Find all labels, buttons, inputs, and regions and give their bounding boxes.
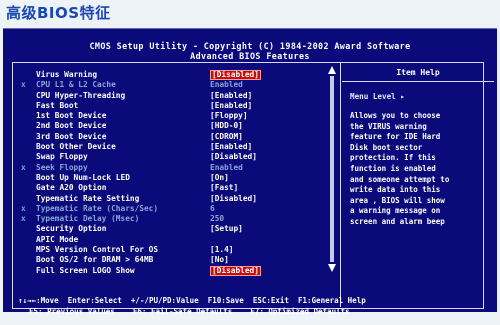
setting-row[interactable]: 1st Boot Device [Floppy] xyxy=(21,111,331,121)
setting-value[interactable]: [Fast] xyxy=(210,183,238,193)
key-hint-fail-safe-defaults: F6: Fail-Safe Defaults xyxy=(132,307,233,316)
setting-label: MPS Version Control For OS xyxy=(36,245,159,255)
setting-label: Gate A20 Option xyxy=(36,183,107,193)
bios-header: CMOS Setup Utility - Copyright (C) 1984-… xyxy=(3,41,497,61)
help-text: Allows you to choose the VIRUS warning f… xyxy=(350,111,450,226)
setting-row[interactable]: x Seek Floppy Enabled xyxy=(21,163,331,173)
setting-label: Virus Warning xyxy=(36,70,98,79)
setting-row[interactable]: Typematic Rate Setting [Disabled] xyxy=(21,194,331,204)
setting-value[interactable]: [Setup] xyxy=(210,224,243,234)
setting-row[interactable]: x Typematic Rate (Chars/Sec) 6 xyxy=(21,204,331,214)
setting-value[interactable]: [Enabled] xyxy=(210,142,252,152)
scrollbar[interactable] xyxy=(328,66,336,272)
setting-row[interactable]: Virus Warning [Disabled] xyxy=(21,70,331,80)
setting-label: 3rd Boot Device xyxy=(36,131,107,141)
scroll-up-arrow-icon[interactable] xyxy=(328,66,336,74)
row-marker: x xyxy=(21,162,26,172)
row-marker: x xyxy=(21,80,26,90)
footer-keys-row2: F5: Previous Values F6: Fail-Safe Defaul… xyxy=(20,298,350,316)
help-title: Item Help xyxy=(396,68,440,77)
setting-value[interactable]: Enabled xyxy=(210,80,243,90)
setting-row[interactable]: Boot Other Device [Enabled] xyxy=(21,142,331,152)
setting-row[interactable]: x Typematic Delay (Msec) 250 xyxy=(21,214,331,224)
menu-level: Menu Level ▸ xyxy=(350,92,405,101)
setting-label: Fast Boot xyxy=(36,100,79,110)
setting-value[interactable]: [HDD-0] xyxy=(210,121,243,131)
row-marker: x xyxy=(21,214,26,224)
setting-label: Typematic Rate Setting xyxy=(36,193,140,203)
setting-row[interactable]: CPU Hyper-Threading [Enabled] xyxy=(21,91,331,101)
setting-label: Swap Floppy xyxy=(36,152,88,162)
setting-row[interactable]: 2nd Boot Device [HDD-0] xyxy=(21,121,331,131)
setting-row[interactable]: Fast Boot [Enabled] xyxy=(21,101,331,111)
setting-value[interactable]: 250 xyxy=(210,214,224,224)
copyright-line: CMOS Setup Utility - Copyright (C) 1984-… xyxy=(89,41,411,51)
setting-row[interactable]: x CPU L1 & L2 Cache Enabled xyxy=(21,80,331,90)
setting-label: Full Screen LOGO Show xyxy=(36,265,135,275)
setting-label: Boot Other Device xyxy=(36,142,116,152)
setting-row[interactable]: Boot OS/2 for DRAM > 64MB [No] xyxy=(21,255,331,265)
setting-label: CPU L1 & L2 Cache xyxy=(36,80,116,90)
setting-value[interactable]: [Disabled] xyxy=(210,194,257,204)
setting-row[interactable]: 3rd Boot Device [CDROM] xyxy=(21,132,331,142)
setting-label: 1st Boot Device xyxy=(36,111,107,121)
setting-row[interactable]: Full Screen LOGO Show [Disabled] xyxy=(21,265,331,276)
setting-value[interactable]: [No] xyxy=(210,255,229,265)
setting-value[interactable]: [On] xyxy=(210,173,229,183)
setting-row[interactable]: Swap Floppy [Disabled] xyxy=(21,152,331,162)
setting-value[interactable]: [Disabled] xyxy=(210,265,261,276)
setting-value[interactable]: [Floppy] xyxy=(210,111,248,121)
scroll-down-arrow-icon[interactable] xyxy=(328,264,336,272)
setting-label: 2nd Boot Device xyxy=(36,121,107,131)
settings-list: Virus Warning [Disabled] x CPU L1 & L2 Cac… xyxy=(21,70,331,276)
setting-row[interactable]: Security Option [Setup] xyxy=(21,224,331,234)
setting-value[interactable]: [Enabled] xyxy=(210,101,252,111)
setting-label: Boot Up Num-Lock LED xyxy=(36,172,130,182)
setting-label: Typematic Delay (Msec) xyxy=(36,214,140,224)
setting-value[interactable]: 6 xyxy=(210,204,215,214)
setting-label: Boot OS/2 for DRAM > 64MB xyxy=(36,255,154,265)
setting-value[interactable]: [CDROM] xyxy=(210,132,243,142)
setting-value[interactable]: Enabled xyxy=(210,163,243,173)
scroll-track[interactable] xyxy=(330,76,334,262)
panel-divider xyxy=(340,62,341,307)
setting-label: Seek Floppy xyxy=(36,162,88,172)
setting-label: CPU Hyper-Threading xyxy=(36,90,126,100)
setting-label: Typematic Rate (Chars/Sec) xyxy=(36,203,159,213)
menu-title: Advanced BIOS Features xyxy=(190,51,310,61)
setting-label: APIC Mode xyxy=(36,234,79,244)
setting-value[interactable]: [1.4] xyxy=(210,245,233,255)
setting-row[interactable]: MPS Version Control For OS [1.4] xyxy=(21,245,331,255)
setting-row[interactable]: APIC Mode xyxy=(21,235,331,245)
setting-row[interactable]: Gate A20 Option [Fast] xyxy=(21,183,331,193)
help-divider xyxy=(342,81,494,82)
page-title: 高级BIOS特征 xyxy=(6,4,111,22)
key-hint-optimized-defaults: F7: Optimized Defaults xyxy=(250,307,350,316)
setting-row[interactable]: Boot Up Num-Lock LED [On] xyxy=(21,173,331,183)
setting-value[interactable]: [Disabled] xyxy=(210,152,257,162)
row-marker: x xyxy=(21,203,26,213)
setting-value[interactable]: [Enabled] xyxy=(210,91,252,101)
setting-label: Security Option xyxy=(36,224,107,234)
key-hint-previous-values: F5: Previous Values xyxy=(29,307,115,316)
setting-value[interactable]: [Disabled] xyxy=(210,70,261,80)
